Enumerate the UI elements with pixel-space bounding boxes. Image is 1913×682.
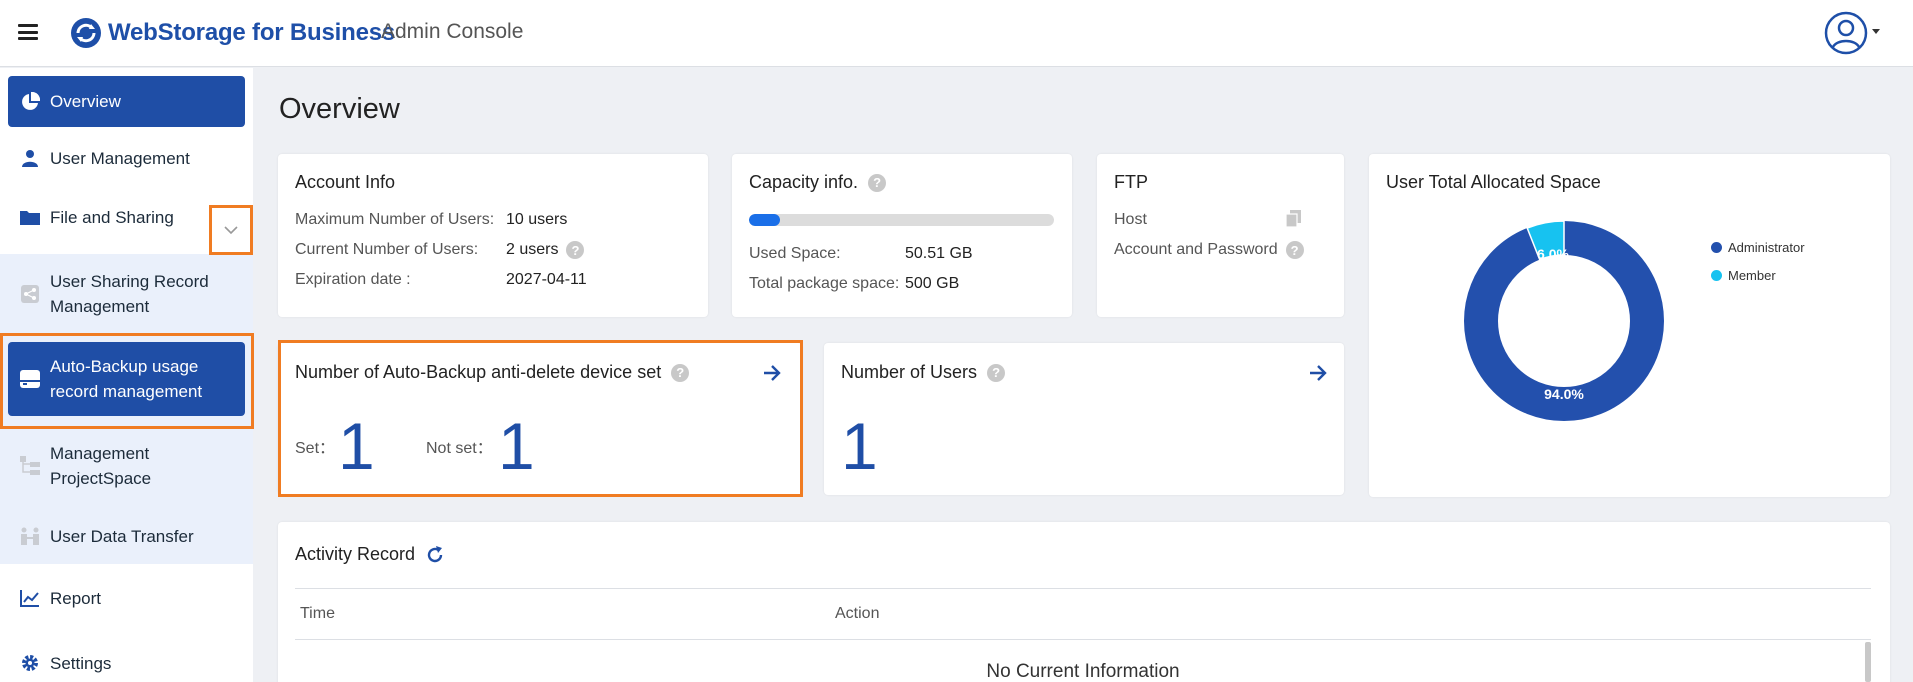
legend-item-administrator: Administrator	[1711, 240, 1805, 255]
sidebar-item-user-management[interactable]: User Management	[0, 143, 253, 173]
arrow-right-icon[interactable]	[1307, 362, 1329, 384]
chevron-down-icon	[224, 225, 238, 234]
sidebar-item-label: Overview	[50, 92, 121, 111]
caret-down-icon[interactable]	[1872, 29, 1880, 34]
empty-state-message: No Current Information	[986, 661, 1180, 682]
folder-icon	[19, 206, 41, 228]
webstorage-logo-icon	[71, 18, 101, 48]
capacity-info-card: Capacity info.? Used Space: 50.51 GB Tot…	[732, 154, 1072, 317]
sidebar-item-overview[interactable]: Overview	[8, 76, 245, 127]
used-space-label: Used Space:	[749, 245, 841, 262]
user-icon	[19, 147, 41, 169]
sidebar-item-settings[interactable]: Settings	[0, 648, 253, 678]
activity-record-title: Activity Record	[295, 544, 445, 565]
line-chart-icon	[19, 587, 41, 609]
transfer-icon	[19, 525, 41, 547]
expiration-label: Expiration date :	[295, 271, 411, 288]
max-users-value: 10 users	[506, 211, 568, 228]
activity-record-card: Activity Record Time Action No Current I…	[278, 522, 1890, 682]
sidebar-item-label: Report	[50, 588, 102, 608]
page-title: Overview	[279, 93, 400, 125]
allocated-donut-chart: 94.0% 6.0%	[1464, 220, 1664, 421]
capacity-info-title: Capacity info.?	[749, 172, 887, 193]
capacity-progress-fill	[749, 214, 780, 226]
max-users-label: Maximum Number of Users:	[295, 211, 495, 228]
pie-chart-icon	[19, 91, 41, 113]
account-info-title: Account Info	[295, 172, 396, 192]
expand-chevron-button[interactable]	[209, 205, 253, 255]
account-info-card: Account Info Maximum Number of Users: 10…	[278, 154, 708, 317]
number-of-users-card: Number of Users? 1	[824, 343, 1344, 495]
donut-slice-administrator	[1464, 221, 1664, 421]
sidebar-item-report[interactable]: Report	[0, 583, 253, 613]
console-subtitle: Admin Console	[381, 20, 524, 43]
number-of-users-title: Number of Users?	[841, 362, 1006, 383]
hamburger-menu-icon[interactable]	[18, 24, 38, 40]
brand-name: WebStorage for Business	[108, 19, 396, 46]
ftp-title: FTP	[1114, 172, 1148, 192]
column-header-time: Time	[300, 605, 335, 622]
help-icon[interactable]: ?	[868, 173, 887, 192]
sidebar-item-label: File and Sharing	[50, 207, 174, 227]
sidebar-item-management-projectspace[interactable]: Management ProjectSpace	[0, 440, 253, 492]
ftp-account-label: Account and Password?	[1114, 241, 1304, 259]
legend-dot	[1711, 242, 1722, 253]
current-users-value: 2 users?	[506, 241, 585, 259]
capacity-progress-bar	[749, 214, 1054, 226]
ftp-card: FTP Host Account and Password?	[1097, 154, 1344, 317]
column-header-action: Action	[835, 605, 880, 622]
help-icon[interactable]: ?	[1285, 241, 1304, 259]
user-avatar-icon[interactable]	[1824, 11, 1868, 55]
gear-icon	[19, 652, 41, 674]
sidebar-item-label: User Data Transfer	[50, 526, 194, 546]
sidebar-item-label: Settings	[50, 653, 112, 673]
highlight-frame-sidebar	[0, 333, 254, 429]
activity-table-header: Time Action	[295, 588, 1871, 640]
allocated-space-card: User Total Allocated Space 94.0% 6.0% Ad…	[1369, 154, 1890, 497]
top-header: WebStorage for Business Admin Console	[0, 0, 1913, 67]
legend-item-member: Member	[1711, 268, 1776, 283]
sidebar-item-label: User Management	[50, 148, 190, 168]
sidebar-item-label: User Sharing Record Management	[50, 272, 209, 316]
ftp-host-label: Host	[1114, 211, 1147, 228]
help-icon[interactable]: ?	[987, 363, 1006, 382]
highlight-frame-autobackup	[278, 340, 803, 497]
share-icon	[19, 283, 41, 305]
sidebar-item-user-data-transfer[interactable]: User Data Transfer	[0, 521, 253, 551]
current-users-label: Current Number of Users:	[295, 241, 479, 258]
donut-label-member: 6.0%	[1537, 246, 1569, 262]
expiration-value: 2027-04-11	[506, 271, 587, 288]
total-space-value: 500 GB	[905, 275, 960, 292]
allocated-space-title: User Total Allocated Space	[1386, 172, 1601, 192]
sidebar-item-user-sharing-record[interactable]: User Sharing Record Management	[0, 268, 253, 320]
total-space-label: Total package space:	[749, 275, 900, 292]
help-icon[interactable]: ?	[566, 241, 585, 259]
refresh-icon[interactable]	[425, 545, 445, 565]
legend-dot	[1711, 270, 1722, 281]
copy-icon[interactable]	[1284, 209, 1304, 229]
project-tree-icon	[19, 455, 41, 477]
donut-label-administrator: 94.0%	[1544, 386, 1584, 402]
used-space-value: 50.51 GB	[905, 245, 973, 262]
users-count: 1	[841, 409, 878, 483]
sidebar-item-label: Management ProjectSpace	[50, 444, 152, 488]
